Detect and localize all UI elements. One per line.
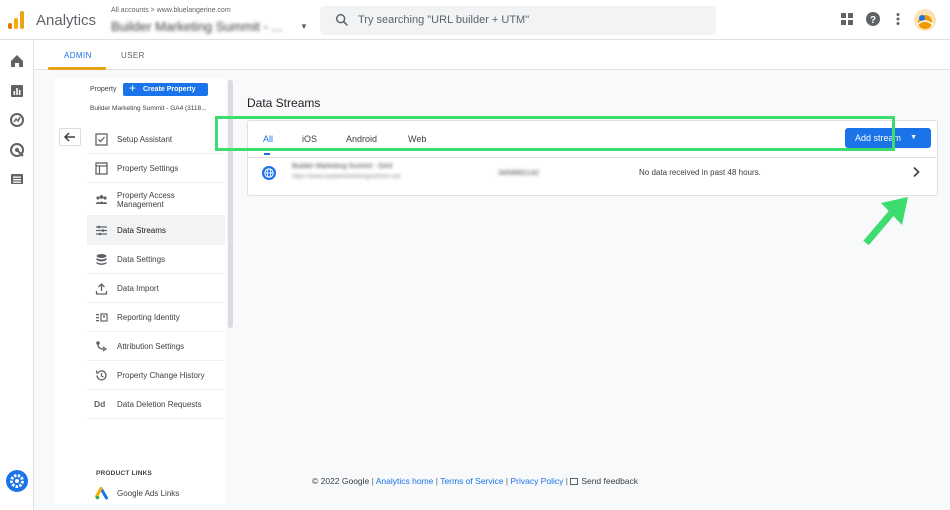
search-icon	[335, 13, 348, 26]
menu-data-deletion-requests[interactable]: Dd Data Deletion Requests	[87, 390, 225, 419]
caret-down-icon[interactable]: ▼	[300, 22, 308, 31]
tab-admin[interactable]: ADMIN	[64, 51, 92, 60]
configure-icon[interactable]	[9, 171, 25, 187]
menu-data-streams[interactable]: Data Streams	[87, 216, 225, 245]
highlight-box	[215, 116, 895, 151]
menu-data-settings[interactable]: Data Settings	[87, 245, 225, 274]
chevron-right-icon[interactable]	[912, 166, 920, 178]
send-feedback-link[interactable]: Send feedback	[581, 476, 638, 486]
menu-attribution-settings[interactable]: Attribution Settings	[87, 332, 225, 361]
caret-down-icon: ▼	[910, 134, 917, 141]
annotation-arrow-icon	[863, 197, 908, 246]
left-nav-rail	[0, 40, 34, 510]
analytics-logo-icon[interactable]	[8, 11, 26, 29]
analytics-home-link[interactable]: Analytics home	[376, 476, 434, 486]
create-property-button[interactable]: + Create Property	[123, 81, 208, 96]
page-title: Data Streams	[247, 96, 321, 110]
dd-icon: Dd	[94, 399, 106, 409]
stream-status: No data received in past 48 hours.	[639, 168, 761, 177]
feedback-icon	[570, 478, 579, 486]
menu-label: Reporting Identity	[117, 313, 180, 322]
menu-property-settings[interactable]: Property Settings	[87, 154, 225, 183]
privacy-link[interactable]: Privacy Policy	[510, 476, 563, 486]
menu-label: Google Ads Links	[117, 489, 180, 498]
reports-icon[interactable]	[9, 83, 25, 99]
globe-icon	[262, 166, 276, 180]
menu-label: Property Change History	[117, 371, 205, 380]
tab-user[interactable]: USER	[121, 51, 145, 60]
search-bar[interactable]: Try searching "URL builder + UTM"	[320, 6, 716, 35]
layout-icon	[95, 162, 108, 175]
main-content: ADMIN USER Property + Create Property Bu…	[34, 40, 950, 510]
property-selector[interactable]: Builder Marketing Summit - ...	[111, 19, 282, 34]
google-ads-icon	[95, 487, 108, 500]
app-name: Analytics	[36, 12, 97, 29]
menu-label: Setup Assistant	[117, 135, 173, 144]
menu-data-import[interactable]: Data Import	[87, 274, 225, 303]
stream-id: 3459991142	[498, 168, 540, 177]
stream-row[interactable]: Builder Marketing Summit - GA4 https://w…	[248, 157, 937, 187]
menu-label: Data Deletion Requests	[117, 400, 202, 409]
account-breadcrumb[interactable]: All accounts > www.bluelangerine.com	[111, 7, 231, 14]
menu-label: Data Import	[117, 284, 159, 293]
admin-user-tabs: ADMIN USER	[34, 40, 950, 70]
property-admin-panel: Property + Create Property Builder Marke…	[54, 78, 226, 504]
explore-icon[interactable]	[9, 112, 25, 128]
copyright: © 2022 Google	[311, 476, 370, 486]
account-avatar[interactable]	[914, 9, 936, 31]
menu-setup-assistant[interactable]: Setup Assistant	[87, 125, 225, 154]
active-tab-indicator	[48, 67, 106, 70]
database-icon	[96, 254, 107, 265]
arrow-left-icon	[63, 132, 75, 142]
advertising-icon[interactable]	[9, 142, 25, 158]
stream-url: https://www.builderMarketingsummit.com	[292, 174, 402, 180]
create-property-label: Create Property	[143, 86, 196, 93]
property-dropdown[interactable]: Builder Marketing Summit - GA4 (3118...	[90, 105, 207, 112]
streams-icon	[96, 225, 107, 236]
property-label: Property	[90, 86, 117, 93]
identity-icon	[96, 313, 108, 322]
apps-grid-icon[interactable]	[840, 12, 854, 26]
people-icon	[95, 195, 108, 204]
menu-label: Property Settings	[117, 164, 179, 173]
home-icon[interactable]	[9, 53, 25, 69]
filter-tab-indicator	[264, 153, 270, 155]
menu-label: Data Streams	[117, 226, 166, 235]
stream-name: Builder Marketing Summit - GA4	[292, 163, 393, 170]
checkbox-icon	[95, 133, 108, 146]
menu-property-access-management[interactable]: Property Access Management	[87, 183, 225, 216]
menu-label: Data Settings	[117, 255, 166, 264]
help-icon[interactable]: ?	[866, 12, 880, 26]
more-vert-icon[interactable]	[891, 12, 905, 26]
footer: © 2022 Google | Analytics home | Terms o…	[311, 476, 639, 486]
attribution-icon	[96, 341, 108, 352]
history-icon	[95, 370, 107, 381]
back-button[interactable]	[59, 128, 81, 146]
menu-label: Attribution Settings	[117, 342, 185, 351]
upload-icon	[95, 283, 108, 295]
terms-link[interactable]: Terms of Service	[440, 476, 503, 486]
svg-text:?: ?	[870, 15, 876, 26]
search-placeholder: Try searching "URL builder + UTM"	[358, 14, 530, 26]
plus-icon: +	[129, 81, 137, 95]
menu-property-change-history[interactable]: Property Change History	[87, 361, 225, 390]
top-bar: Analytics All accounts > www.bluelangeri…	[0, 0, 950, 40]
menu-label: Property Access Management	[117, 191, 175, 209]
menu-reporting-identity[interactable]: Reporting Identity	[87, 303, 225, 332]
